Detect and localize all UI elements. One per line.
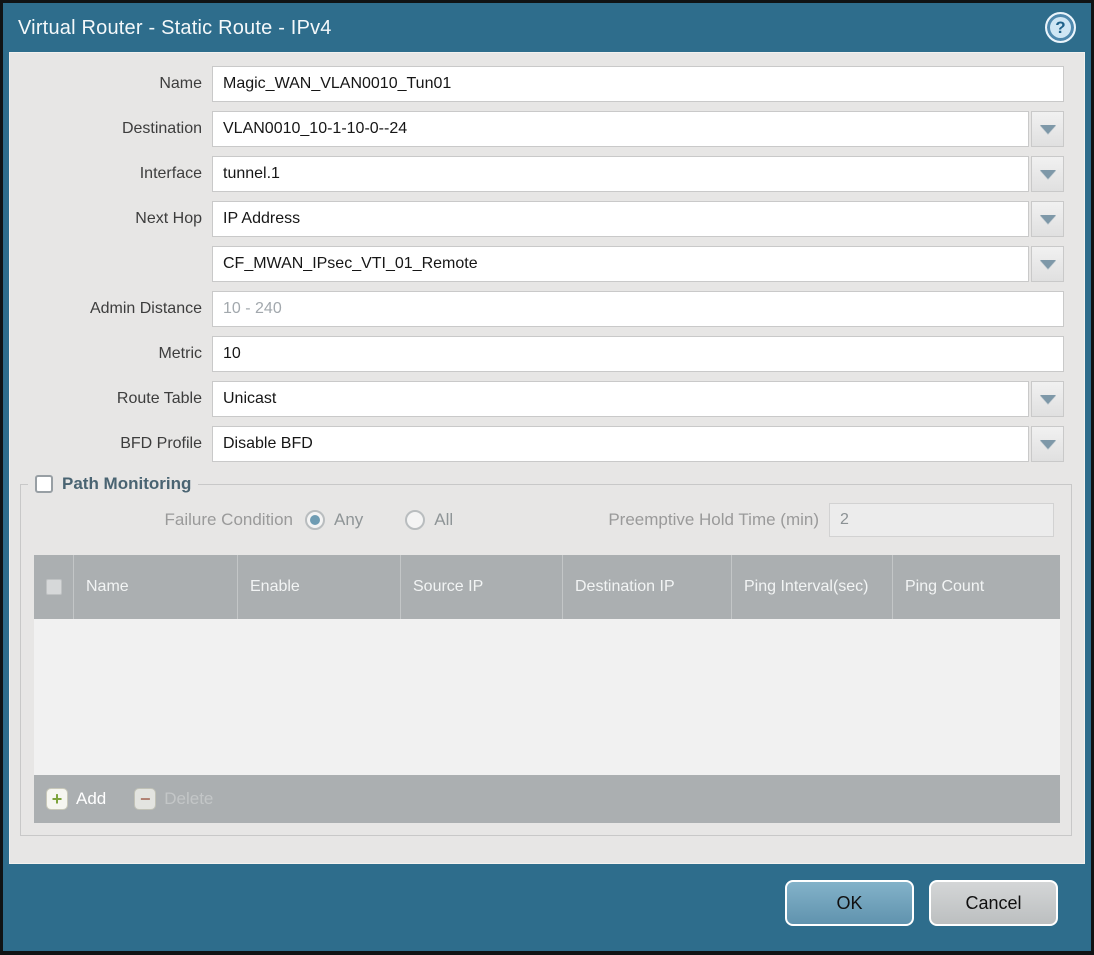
column-header-destination-ip: Destination IP (563, 555, 732, 619)
preemptive-hold-time-input (829, 503, 1054, 537)
static-route-form: Name Destination Interface (10, 53, 1084, 462)
route-table-dropdown-button[interactable] (1031, 381, 1064, 417)
minus-icon: − (134, 788, 157, 810)
table-header-row: Name Enable Source IP Destination IP Pin… (34, 555, 1060, 619)
bfd-profile-select[interactable] (212, 426, 1029, 462)
metric-input[interactable] (212, 336, 1064, 372)
path-monitoring-section: Path Monitoring Failure Condition Any Al… (20, 474, 1072, 836)
name-row: Name (10, 66, 1064, 102)
bfd-profile-label: BFD Profile (120, 435, 202, 452)
metric-label: Metric (158, 345, 202, 362)
failure-condition-all-label: All (434, 510, 454, 529)
interface-dropdown-button[interactable] (1031, 156, 1064, 192)
preemptive-hold-time-label: Preemptive Hold Time (min) (608, 510, 819, 529)
table-footer-bar: + Add − Delete (34, 775, 1060, 823)
chevron-down-icon (1039, 394, 1056, 404)
bfd-profile-row: BFD Profile (10, 426, 1064, 462)
delete-button: − Delete (134, 788, 213, 810)
ok-button[interactable]: OK (785, 880, 914, 926)
metric-row: Metric (10, 336, 1064, 372)
path-monitoring-legend: Path Monitoring (28, 474, 198, 494)
destination-input[interactable] (212, 111, 1029, 147)
chevron-down-icon (1039, 169, 1056, 179)
chevron-down-icon (1039, 439, 1056, 449)
next-hop-select[interactable] (212, 201, 1029, 237)
bfd-profile-dropdown-button[interactable] (1031, 426, 1064, 462)
route-table-select[interactable] (212, 381, 1029, 417)
failure-condition-label: Failure Condition (164, 510, 293, 529)
destination-label: Destination (121, 120, 202, 137)
interface-input[interactable] (212, 156, 1029, 192)
dialog-body: Name Destination Interface (10, 53, 1084, 863)
add-button[interactable]: + Add (46, 788, 106, 810)
column-header-enable: Enable (238, 555, 401, 619)
route-table-label: Route Table (116, 390, 202, 407)
next-hop-address-input[interactable] (212, 246, 1029, 282)
column-header-source-ip: Source IP (401, 555, 563, 619)
chevron-down-icon (1039, 259, 1056, 269)
select-all-checkbox (45, 579, 62, 595)
static-route-dialog: Virtual Router - Static Route - IPv4 ? N… (0, 0, 1094, 955)
next-hop-address-row (10, 246, 1064, 282)
help-icon[interactable]: ? (1045, 12, 1076, 43)
table-empty-body (34, 619, 1060, 775)
dialog-frame: Virtual Router - Static Route - IPv4 ? N… (3, 3, 1091, 951)
name-label: Name (159, 75, 202, 92)
plus-icon: + (46, 788, 68, 810)
destination-row: Destination (10, 111, 1064, 147)
column-header-ping-interval: Ping Interval(sec) (732, 555, 893, 619)
cancel-button[interactable]: Cancel (929, 880, 1058, 926)
path-monitoring-checkbox[interactable] (35, 475, 53, 493)
admin-distance-input[interactable] (212, 291, 1064, 327)
next-hop-label: Next Hop (135, 210, 202, 227)
dialog-title: Virtual Router - Static Route - IPv4 (18, 17, 332, 39)
interface-row: Interface (10, 156, 1064, 192)
failure-condition-row: Failure Condition Any All Preemptive Hol… (21, 502, 1071, 538)
path-monitoring-table: Name Enable Source IP Destination IP Pin… (34, 555, 1060, 823)
select-all-cell (34, 555, 74, 619)
interface-label: Interface (139, 165, 202, 182)
name-input[interactable] (212, 66, 1064, 102)
column-header-name: Name (74, 555, 238, 619)
admin-distance-label: Admin Distance (89, 300, 202, 317)
admin-distance-row: Admin Distance (10, 291, 1064, 327)
path-monitoring-label: Path Monitoring (62, 474, 192, 493)
column-header-ping-count: Ping Count (905, 578, 985, 596)
next-hop-row: Next Hop (10, 201, 1064, 237)
next-hop-address-dropdown-button[interactable] (1031, 246, 1064, 282)
route-table-row: Route Table (10, 381, 1064, 417)
next-hop-dropdown-button[interactable] (1031, 201, 1064, 237)
failure-condition-any-label: Any (334, 510, 364, 529)
chevron-down-icon (1039, 214, 1056, 224)
chevron-down-icon (1039, 124, 1056, 134)
failure-condition-any-radio (305, 510, 325, 530)
destination-dropdown-button[interactable] (1031, 111, 1064, 147)
failure-condition-all-radio (405, 510, 426, 530)
